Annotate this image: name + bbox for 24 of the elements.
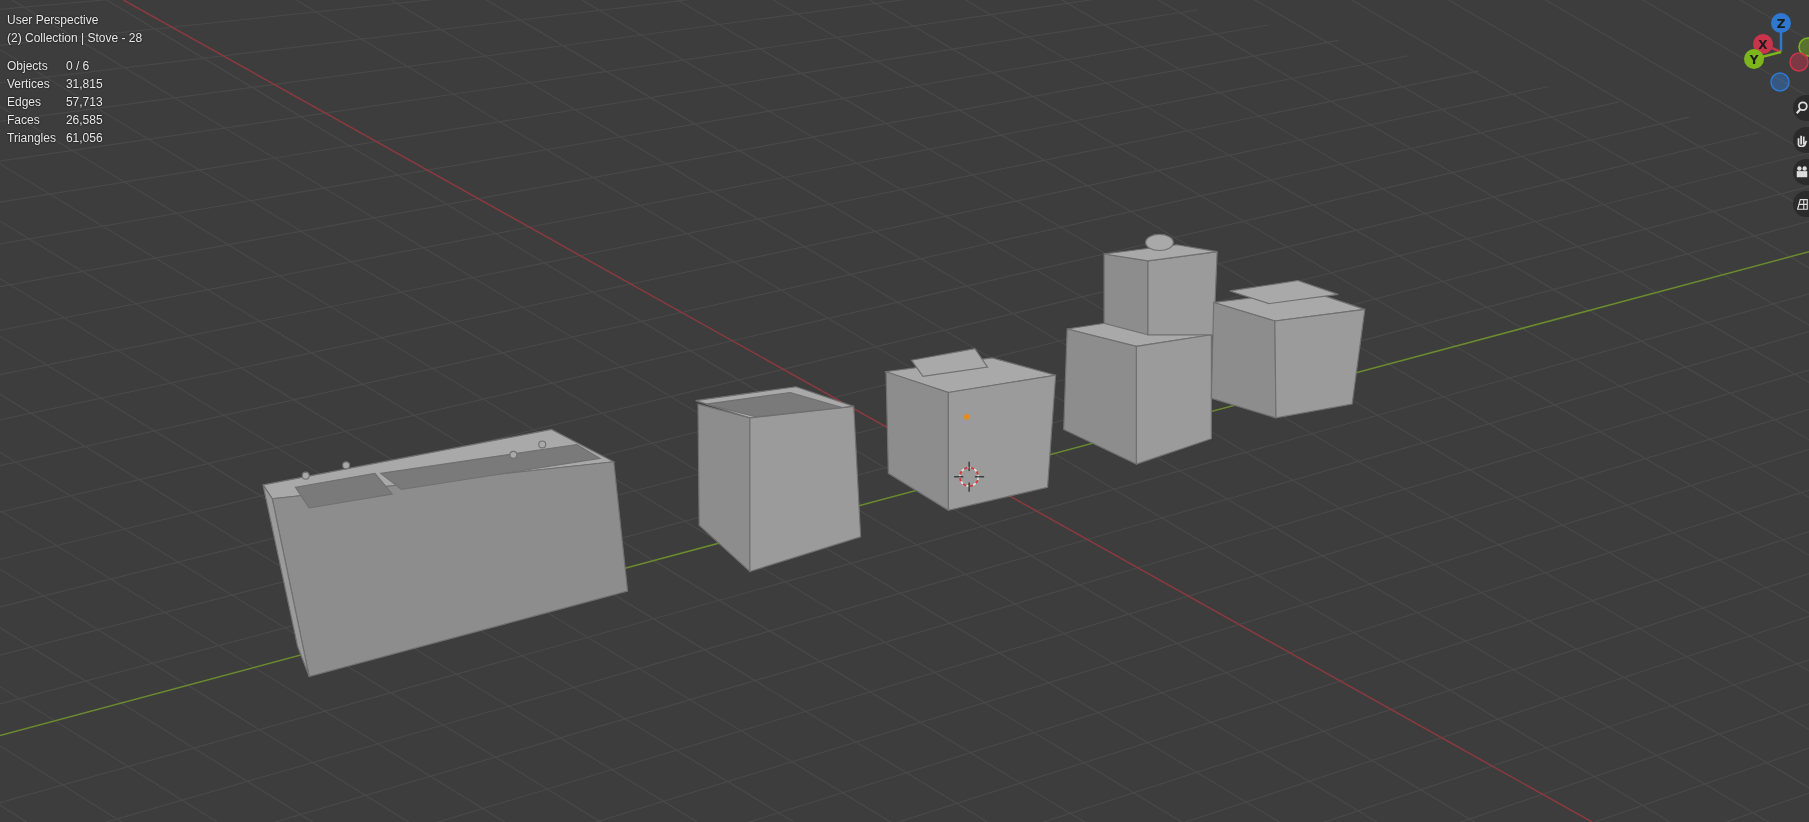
axis-handle[interactable] [1770, 72, 1790, 92]
grid-button[interactable] [1793, 191, 1809, 217]
zoom-button[interactable] [1793, 95, 1809, 121]
3d-cursor-icon [953, 461, 985, 493]
camera-icon [1795, 165, 1809, 179]
hand-icon [1795, 133, 1809, 147]
zoom-icon [1795, 101, 1809, 115]
grid-icon [1795, 197, 1809, 211]
stat-label: Objects [7, 58, 48, 75]
stat-label: Vertices [7, 76, 50, 93]
stat-label: Triangles [7, 130, 56, 147]
stat-value: 26,585 [65, 112, 103, 129]
context-label: (2) Collection | Stove - 28 [7, 30, 143, 47]
stat-label: Edges [7, 94, 42, 111]
view-name: User Perspective [7, 12, 99, 29]
hand-button[interactable] [1793, 127, 1809, 153]
camera-button[interactable] [1793, 159, 1809, 185]
stat-value: 0 / 6 [65, 58, 90, 75]
axis-handle[interactable] [1798, 37, 1809, 57]
stat-label: Faces [7, 112, 40, 129]
stat-value: 31,815 [65, 76, 103, 93]
stat-value: 57,713 [65, 94, 103, 111]
axis-handle[interactable] [1789, 52, 1809, 72]
stat-value: 61,056 [65, 130, 103, 147]
